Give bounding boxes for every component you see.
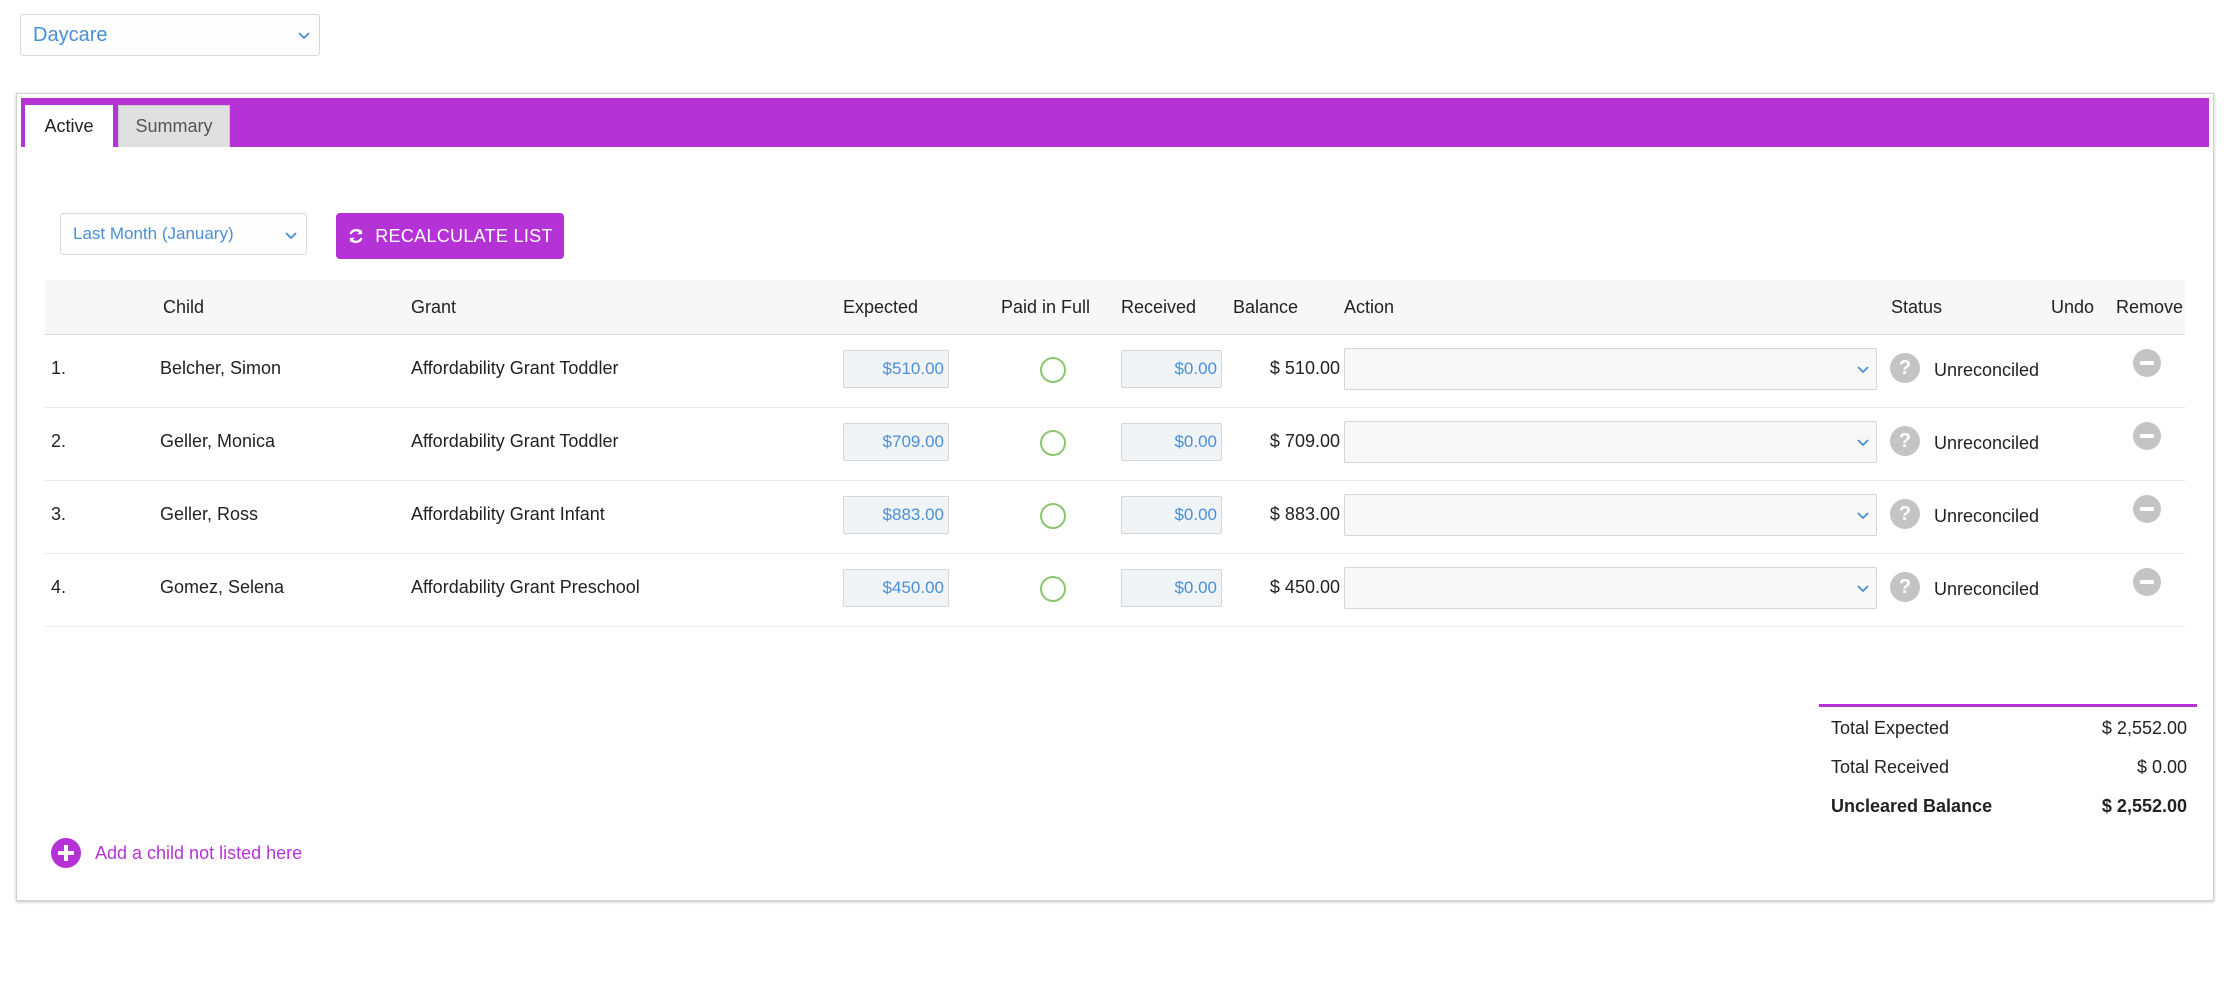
grant-name: Affordability Grant Toddler — [411, 431, 619, 451]
column-header-child: Child — [163, 297, 205, 317]
grant-name: Affordability Grant Preschool — [411, 577, 640, 597]
add-child-link[interactable]: Add a child not listed here — [51, 838, 302, 868]
balance-value: $ 450.00 — [1269, 577, 1340, 597]
status-text: Unreconciled — [1934, 433, 2040, 453]
row-number: 1. — [51, 358, 67, 378]
column-header-paid-in-full: Paid in Full — [1001, 297, 1091, 317]
chevron-down-icon — [1857, 439, 1869, 447]
balance-value: $ 883.00 — [1269, 504, 1340, 524]
total-expected-row: Total Expected $ 2,552.00 — [1819, 707, 2197, 746]
received-amount-input[interactable]: $0.00 — [1121, 496, 1222, 534]
facility-select-value: Daycare — [33, 23, 108, 46]
total-received-row: Total Received $ 0.00 — [1819, 746, 2197, 785]
action-select[interactable] — [1344, 494, 1877, 536]
column-header-received: Received — [1121, 297, 1197, 317]
reconciliation-panel: Active Summary Last Month (January) RECA… — [16, 93, 2214, 901]
chevron-down-icon — [1857, 366, 1869, 374]
child-name: Geller, Monica — [160, 431, 276, 451]
period-select-value: Last Month (January) — [73, 224, 234, 243]
chevron-down-icon — [1857, 512, 1869, 520]
tab-summary[interactable]: Summary — [118, 105, 230, 147]
chevron-down-icon — [285, 232, 297, 240]
recalculate-list-button[interactable]: RECALCULATE LIST — [336, 213, 564, 259]
paid-in-full-radio[interactable] — [1040, 576, 1066, 602]
remove-icon[interactable] — [2133, 422, 2161, 450]
period-select[interactable]: Last Month (January) — [60, 213, 307, 255]
column-header-action: Action — [1344, 297, 1395, 317]
balance-value: $ 510.00 — [1269, 358, 1340, 378]
uncleared-balance-label: Uncleared Balance — [1831, 796, 1993, 816]
row-number: 4. — [51, 577, 67, 597]
table-row: 1. Belcher, Simon Affordability Grant To… — [45, 334, 2185, 408]
total-expected-value: $ 2,552.00 — [2101, 718, 2187, 738]
plus-circle-icon — [51, 838, 81, 868]
paid-in-full-radio[interactable] — [1040, 430, 1066, 456]
table-row: 3. Geller, Ross Affordability Grant Infa… — [45, 480, 2185, 554]
received-amount-input[interactable]: $0.00 — [1121, 350, 1222, 388]
received-amount-input[interactable]: $0.00 — [1121, 423, 1222, 461]
action-select[interactable] — [1344, 348, 1877, 390]
remove-icon[interactable] — [2133, 349, 2161, 377]
column-header-balance: Balance — [1233, 297, 1299, 317]
totals-summary: Total Expected $ 2,552.00 Total Received… — [1819, 704, 2197, 824]
column-header-expected: Expected — [843, 297, 919, 317]
row-number: 3. — [51, 504, 67, 524]
help-icon[interactable]: ? — [1890, 499, 1920, 529]
grant-name: Affordability Grant Infant — [411, 504, 605, 524]
help-icon[interactable]: ? — [1890, 572, 1920, 602]
action-select[interactable] — [1344, 567, 1877, 609]
table-header: Child Grant Expected Paid in Full Receiv… — [45, 280, 2185, 335]
column-header-status: Status — [1891, 297, 1943, 317]
help-icon[interactable]: ? — [1890, 426, 1920, 456]
status-text: Unreconciled — [1934, 360, 2040, 380]
paid-in-full-radio[interactable] — [1040, 503, 1066, 529]
grant-name: Affordability Grant Toddler — [411, 358, 619, 378]
child-name: Gomez, Selena — [160, 577, 285, 597]
status-text: Unreconciled — [1934, 579, 2040, 599]
received-amount-input[interactable]: $0.00 — [1121, 569, 1222, 607]
chevron-down-icon — [298, 32, 310, 40]
tab-bar: Active Summary — [21, 98, 2209, 147]
uncleared-balance-value: $ 2,552.00 — [2101, 796, 2187, 816]
help-icon[interactable]: ? — [1890, 353, 1920, 383]
paid-in-full-radio[interactable] — [1040, 357, 1066, 383]
chevron-down-icon — [1857, 585, 1869, 593]
expected-amount-input[interactable]: $510.00 — [843, 350, 949, 388]
table-row: 2. Geller, Monica Affordability Grant To… — [45, 407, 2185, 481]
expected-amount-input[interactable]: $709.00 — [843, 423, 949, 461]
expected-amount-input[interactable]: $450.00 — [843, 569, 949, 607]
total-received-value: $ 0.00 — [2136, 757, 2187, 777]
tab-active[interactable]: Active — [25, 105, 113, 147]
column-header-undo: Undo — [2051, 297, 2095, 317]
column-header-remove: Remove — [2116, 297, 2184, 317]
refresh-icon — [349, 228, 363, 244]
remove-icon[interactable] — [2133, 495, 2161, 523]
status-text: Unreconciled — [1934, 506, 2040, 526]
child-name: Geller, Ross — [160, 504, 259, 524]
total-received-label: Total Received — [1831, 757, 1950, 777]
expected-amount-input[interactable]: $883.00 — [843, 496, 949, 534]
facility-select[interactable]: Daycare — [20, 14, 320, 56]
row-number: 2. — [51, 431, 67, 451]
balance-value: $ 709.00 — [1269, 431, 1340, 451]
uncleared-balance-row: Uncleared Balance $ 2,552.00 — [1819, 785, 2197, 824]
recalculate-list-label: RECALCULATE LIST — [375, 225, 553, 246]
column-header-grant: Grant — [411, 297, 457, 317]
remove-icon[interactable] — [2133, 568, 2161, 596]
table-row: 4. Gomez, Selena Affordability Grant Pre… — [45, 553, 2185, 627]
child-name: Belcher, Simon — [160, 358, 282, 378]
add-child-label: Add a child not listed here — [95, 842, 303, 863]
action-select[interactable] — [1344, 421, 1877, 463]
total-expected-label: Total Expected — [1831, 718, 1950, 738]
